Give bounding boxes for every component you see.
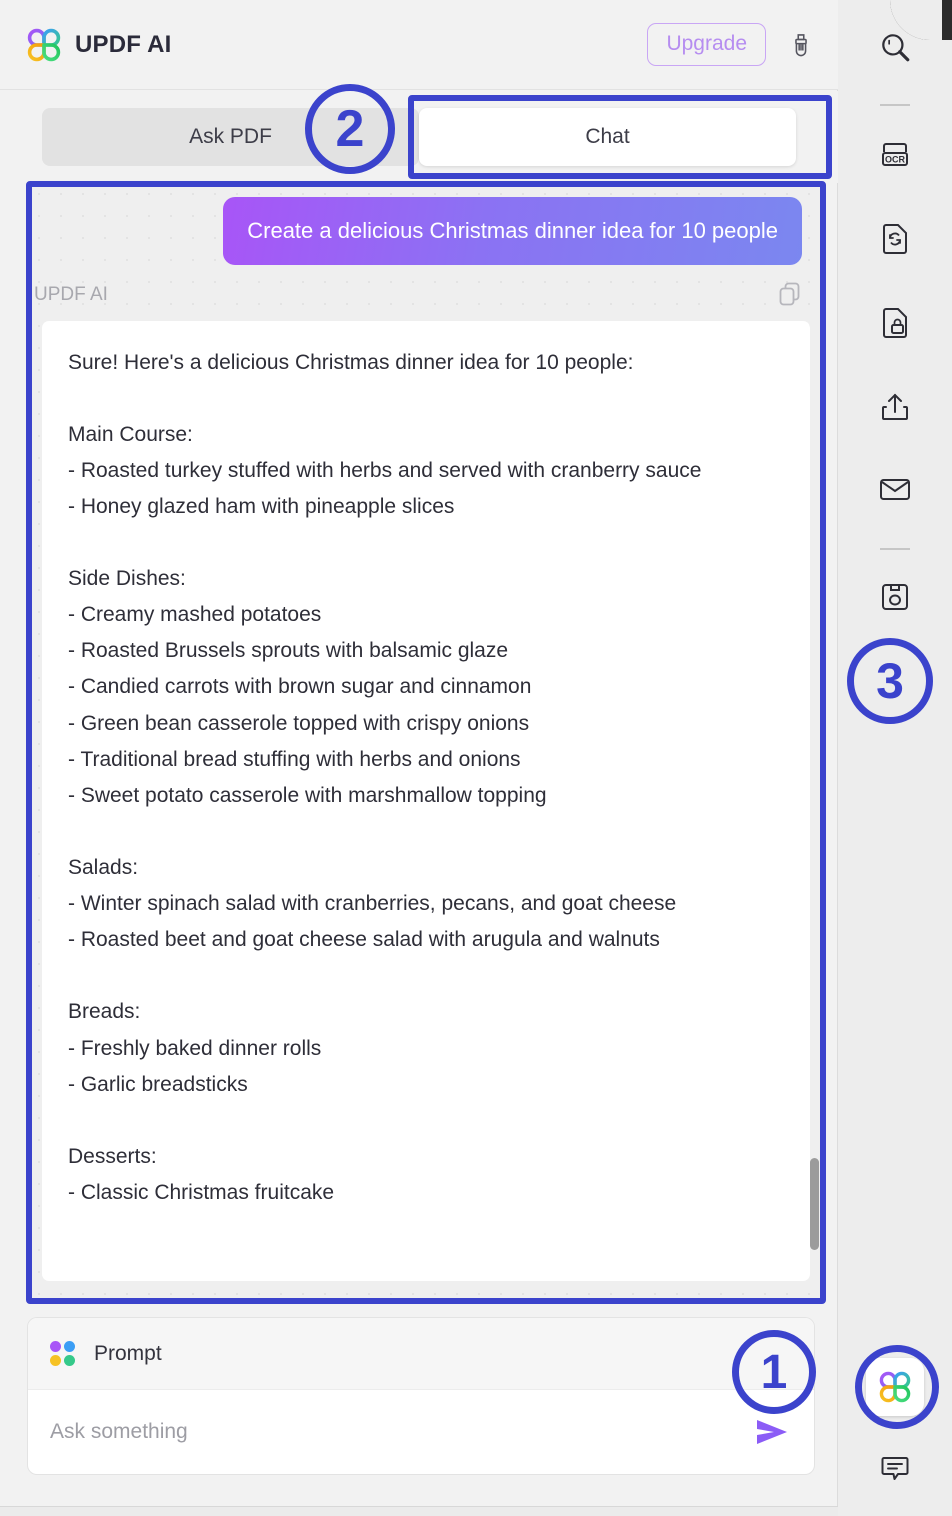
sidebar-divider-2 [880,548,910,550]
share-export-icon[interactable] [866,380,924,434]
send-arrow-icon[interactable] [752,1415,792,1449]
sidebar-divider-1 [880,104,910,106]
user-message-row: Create a delicious Christmas dinner idea… [28,183,824,265]
copy-icon[interactable] [778,281,804,309]
ai-launch-button[interactable] [866,1358,924,1416]
updf-ai-window: UPDF AI Upgrade Ask PDF Chat Create a de… [0,0,952,1516]
prompt-label: Prompt [94,1341,162,1365]
ask-something-input[interactable] [50,1420,752,1444]
updf-flower-logo-icon [26,27,62,63]
four-dots-icon [50,1340,76,1367]
upgrade-button[interactable]: Upgrade [647,23,766,66]
protect-document-icon[interactable] [866,296,924,350]
prompt-input-row [28,1390,814,1474]
tab-chat[interactable]: Chat [419,108,796,166]
email-icon[interactable] [866,462,924,516]
chat-scrollbar-thumb[interactable] [810,1158,819,1250]
app-title: UPDF AI [75,30,172,58]
ai-panel-header: UPDF AI Upgrade [0,0,838,90]
user-message-bubble: Create a delicious Christmas dinner idea… [223,197,802,265]
chat-scroll-region[interactable]: Create a delicious Christmas dinner idea… [28,183,824,1302]
brush-icon[interactable] [786,29,816,61]
save-icon[interactable] [866,570,924,624]
prompt-composer: Prompt [28,1318,814,1474]
tab-chat-label: Chat [585,125,630,148]
prompt-header[interactable]: Prompt [28,1318,814,1390]
assistant-name-label: UPDF AI [34,283,108,305]
convert-document-icon[interactable] [866,212,924,266]
ocr-icon[interactable]: OCR [866,128,924,182]
assistant-message-card: Sure! Here's a delicious Christmas dinne… [42,320,810,1281]
comment-bubble-icon[interactable] [866,1442,924,1496]
tab-ask-pdf[interactable]: Ask PDF [42,108,419,166]
assistant-message-header: UPDF AI [28,265,824,315]
search-icon[interactable] [866,20,924,74]
tool-sidebar: OCR [838,0,952,1516]
ai-panel: UPDF AI Upgrade Ask PDF Chat Create a de… [0,0,838,1516]
ai-mode-tabs: Ask PDF Chat [0,91,838,183]
tab-ask-pdf-label: Ask PDF [189,125,272,148]
panel-bottom-strip [0,1506,838,1516]
svg-text:OCR: OCR [885,155,906,165]
